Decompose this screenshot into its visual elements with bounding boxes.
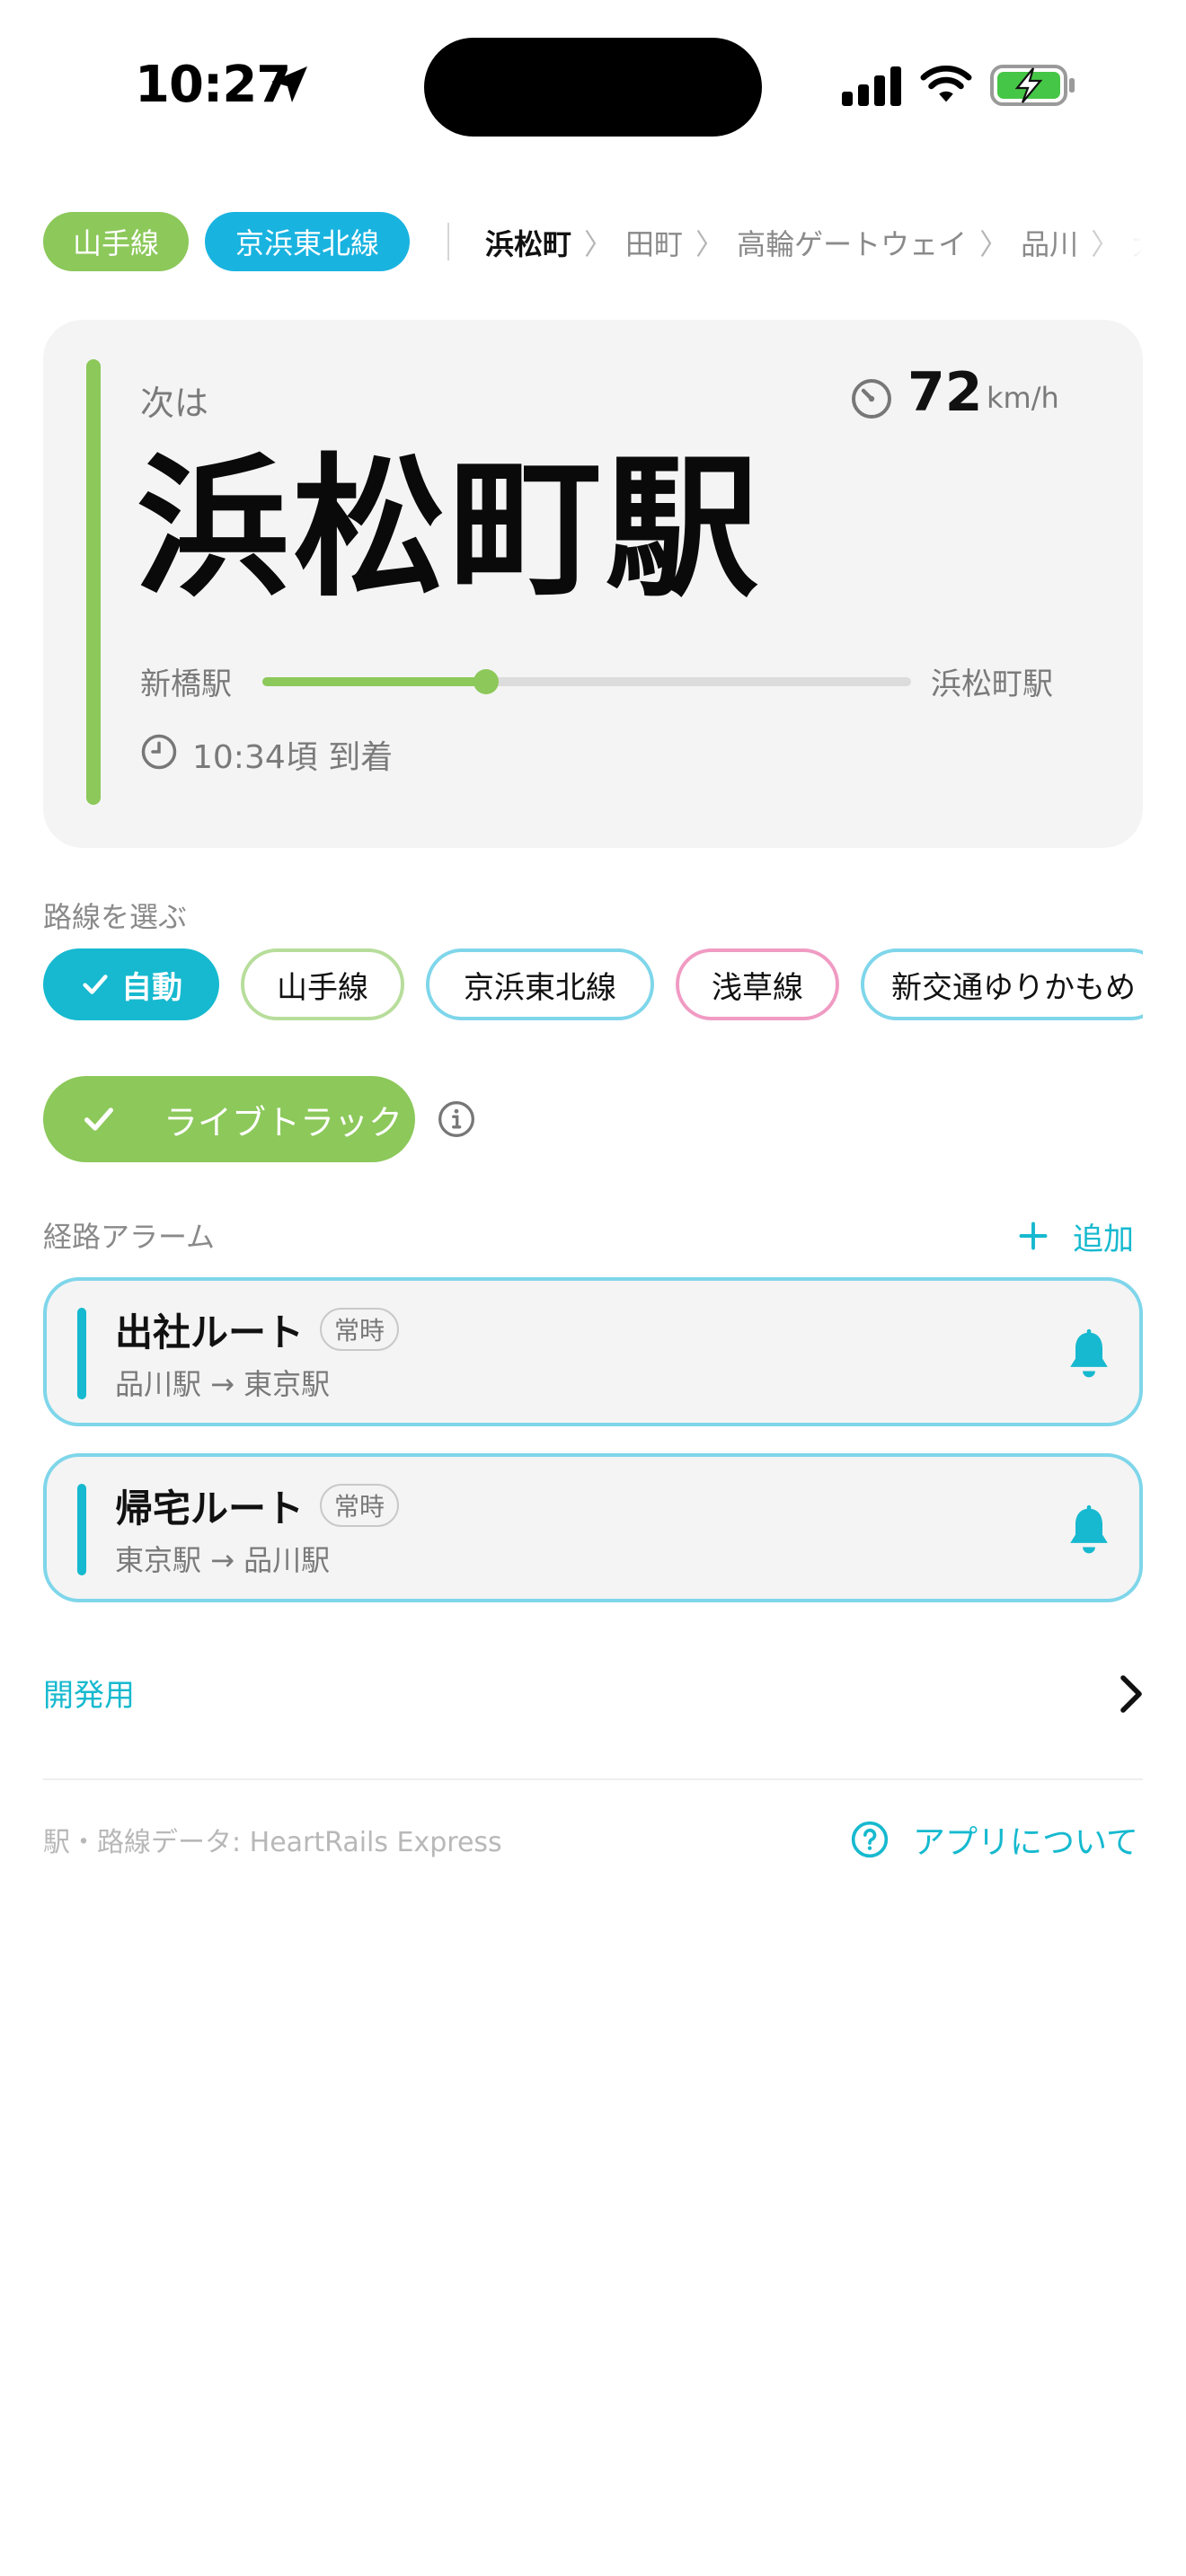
- info-icon[interactable]: [437, 1099, 476, 1139]
- progress-track: [262, 669, 911, 694]
- route-chip-yamanote[interactable]: 山手線: [241, 948, 404, 1020]
- add-alarm-button[interactable]: 追加: [1017, 1213, 1143, 1259]
- station-ticker: 浜松町 〉 田町 〉 高輪ゲートウェイ 〉 品川 〉 大崎: [485, 216, 1143, 269]
- alarm-name: 帰宅ルート: [115, 1486, 305, 1531]
- wifi-icon: [920, 66, 972, 102]
- live-track-toggle[interactable]: ライブトラック: [43, 1076, 415, 1162]
- ticker-station: 田町: [625, 227, 684, 261]
- question-circle-icon: [851, 1821, 889, 1858]
- next-station-card: 次は 72 km/h 浜松町駅 新橋駅 浜松町駅 10:34頃 到着: [43, 320, 1143, 848]
- check-icon: [83, 975, 108, 994]
- ticker-separator: 〉: [584, 227, 614, 261]
- about-label: アプリについて: [913, 1824, 1138, 1861]
- route-chip-yurikamome[interactable]: 新交通ゆりかもめ: [861, 948, 1143, 1020]
- from-station: 新橋駅: [140, 666, 232, 702]
- next-label: 次は: [140, 384, 209, 423]
- live-track-label: ライブトラック: [164, 1102, 403, 1142]
- ticker-station: 品川: [1021, 227, 1079, 261]
- alarm-route: 東京駅 → 品川駅: [115, 1543, 331, 1577]
- location-arrow-icon: [271, 66, 307, 102]
- alarm-color-bar: [77, 1308, 86, 1399]
- route-select-label: 路線を選ぶ: [43, 900, 188, 934]
- alarm-name: 出社ルート: [115, 1310, 305, 1354]
- speedometer-icon: [852, 379, 891, 419]
- chevron-right-icon[interactable]: [1118, 1674, 1143, 1714]
- alarm-card[interactable]: 出社ルート 常時 品川駅 → 東京駅: [43, 1277, 1143, 1426]
- alarm-badge: 常時: [320, 1484, 400, 1527]
- ticker-separator: 〉: [695, 227, 725, 261]
- speed-value: 72: [907, 361, 983, 424]
- about-app-button[interactable]: アプリについて: [850, 1814, 1138, 1865]
- ticker-station: 高輪ゲートウェイ: [737, 227, 968, 261]
- route-chip-keihin-tohoku[interactable]: 京浜東北線: [426, 948, 654, 1020]
- progress-knob: [474, 669, 500, 694]
- battery-charging-icon: [990, 65, 1075, 106]
- route-chip-asakusa[interactable]: 浅草線: [676, 948, 839, 1020]
- clock-icon: [141, 734, 177, 770]
- line-chip-keihin-tohoku: 京浜東北線: [205, 212, 410, 271]
- check-icon: [84, 1107, 114, 1131]
- route-chip-row[interactable]: 自動 山手線 京浜東北線 浅草線 新交通ゆりかもめ: [43, 947, 1143, 1022]
- add-alarm-label: 追加: [1073, 1221, 1134, 1257]
- route-chip-auto[interactable]: 自動: [43, 948, 219, 1020]
- alarm-route: 品川駅 → 東京駅: [115, 1367, 331, 1401]
- line-color-bar: [86, 359, 101, 805]
- bell-icon[interactable]: [1064, 1328, 1114, 1381]
- next-station-name: 浜松町駅: [137, 440, 763, 618]
- alarm-card[interactable]: 帰宅ルート 常時 東京駅 → 品川駅: [43, 1453, 1143, 1602]
- cellular-signal-icon: [842, 66, 901, 106]
- plus-icon: [1019, 1222, 1048, 1250]
- bell-icon[interactable]: [1064, 1504, 1114, 1557]
- to-station: 浜松町駅: [931, 666, 1053, 702]
- alarm-badge: 常時: [320, 1308, 400, 1351]
- ticker-separator: 〉: [979, 227, 1009, 261]
- ticker-station-current: 浜松町: [485, 227, 572, 261]
- divider: [43, 1778, 1143, 1780]
- ticker-fade: [1071, 216, 1143, 269]
- speed-unit: km/h: [987, 381, 1059, 415]
- progress-fill: [262, 677, 487, 686]
- dev-menu-link[interactable]: 開発用: [43, 1671, 135, 1715]
- divider: [447, 223, 449, 260]
- route-chip-label: 自動: [121, 969, 182, 1006]
- alarm-section-label: 経路アラーム: [43, 1220, 216, 1254]
- dynamic-island: [424, 38, 762, 137]
- alarm-color-bar: [77, 1484, 86, 1575]
- data-credit: 駅・路線データ: HeartRails Express: [43, 1827, 502, 1858]
- arrival-time: 10:34頃 到着: [192, 739, 394, 776]
- line-chip-yamanote: 山手線: [43, 212, 189, 271]
